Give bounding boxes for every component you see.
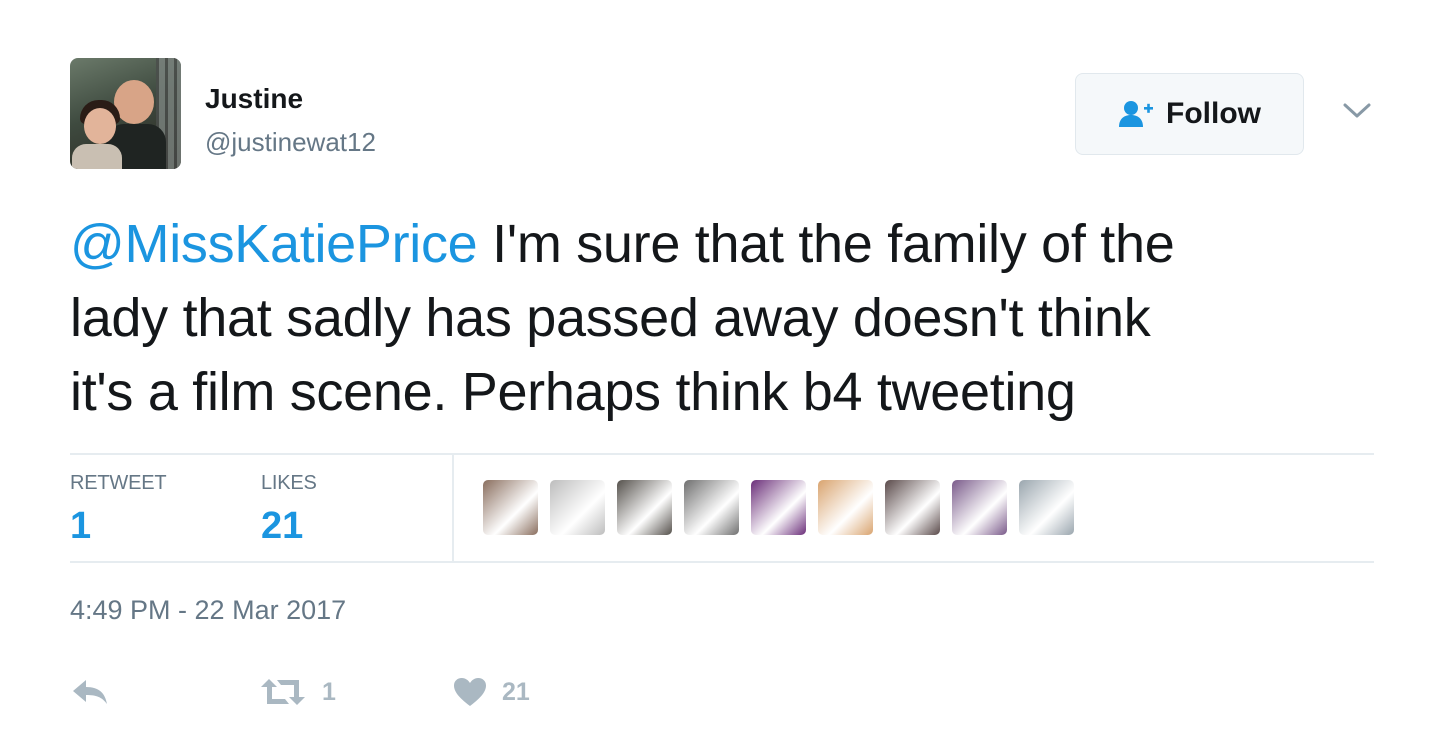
liker-avatar-8[interactable]: [952, 480, 1007, 535]
retweet-icon: [261, 679, 305, 705]
like-action-count: 21: [502, 677, 530, 706]
like-button[interactable]: 21: [452, 670, 530, 714]
retweet-stat-label: RETWEET: [70, 472, 167, 494]
follow-button[interactable]: Follow: [1075, 73, 1304, 155]
retweet-stat-count[interactable]: 1: [70, 505, 91, 548]
tweet-timestamp[interactable]: 4:49 PM - 22 Mar 2017: [70, 595, 346, 626]
liker-avatar-3[interactable]: [617, 480, 672, 535]
liker-avatar-1[interactable]: [483, 480, 538, 535]
tweet-line-2: lady that sadly has passed away doesn't …: [70, 288, 1151, 348]
liker-avatar-4[interactable]: [684, 480, 739, 535]
liker-avatar-5[interactable]: [751, 480, 806, 535]
heart-icon: [454, 678, 486, 706]
tweet-line-1: @MissKatiePrice I'm sure that the family…: [70, 207, 1370, 281]
stats-divider-bottom: [70, 561, 1374, 563]
chevron-down-icon[interactable]: [1340, 98, 1374, 122]
liker-avatars: [483, 480, 1074, 535]
user-avatar[interactable]: [70, 58, 181, 169]
display-name[interactable]: Justine: [205, 83, 303, 115]
liker-avatar-7[interactable]: [885, 480, 940, 535]
tweet-text: @MissKatiePrice I'm sure that the family…: [70, 207, 1370, 429]
liker-avatar-9[interactable]: [1019, 480, 1074, 535]
retweet-button[interactable]: 1: [258, 670, 336, 714]
likes-stat-label: LIKES: [261, 472, 317, 494]
tweet-line-1-text: I'm sure that the family of the: [477, 214, 1175, 274]
follow-user-icon: [1118, 99, 1154, 129]
stats-divider-top: [70, 453, 1374, 455]
liker-avatar-6[interactable]: [818, 480, 873, 535]
follow-button-label: Follow: [1166, 97, 1261, 130]
reply-button[interactable]: [70, 670, 110, 714]
likes-stat-count[interactable]: 21: [261, 505, 303, 548]
reply-icon: [73, 680, 107, 704]
mention-link[interactable]: @MissKatiePrice: [70, 214, 478, 274]
retweet-action-count: 1: [322, 677, 336, 706]
stats-divider-vertical: [452, 455, 454, 561]
tweet-line-3: it's a film scene. Perhaps think b4 twee…: [70, 362, 1076, 422]
user-handle[interactable]: @justinewat12: [205, 127, 376, 158]
liker-avatar-2[interactable]: [550, 480, 605, 535]
